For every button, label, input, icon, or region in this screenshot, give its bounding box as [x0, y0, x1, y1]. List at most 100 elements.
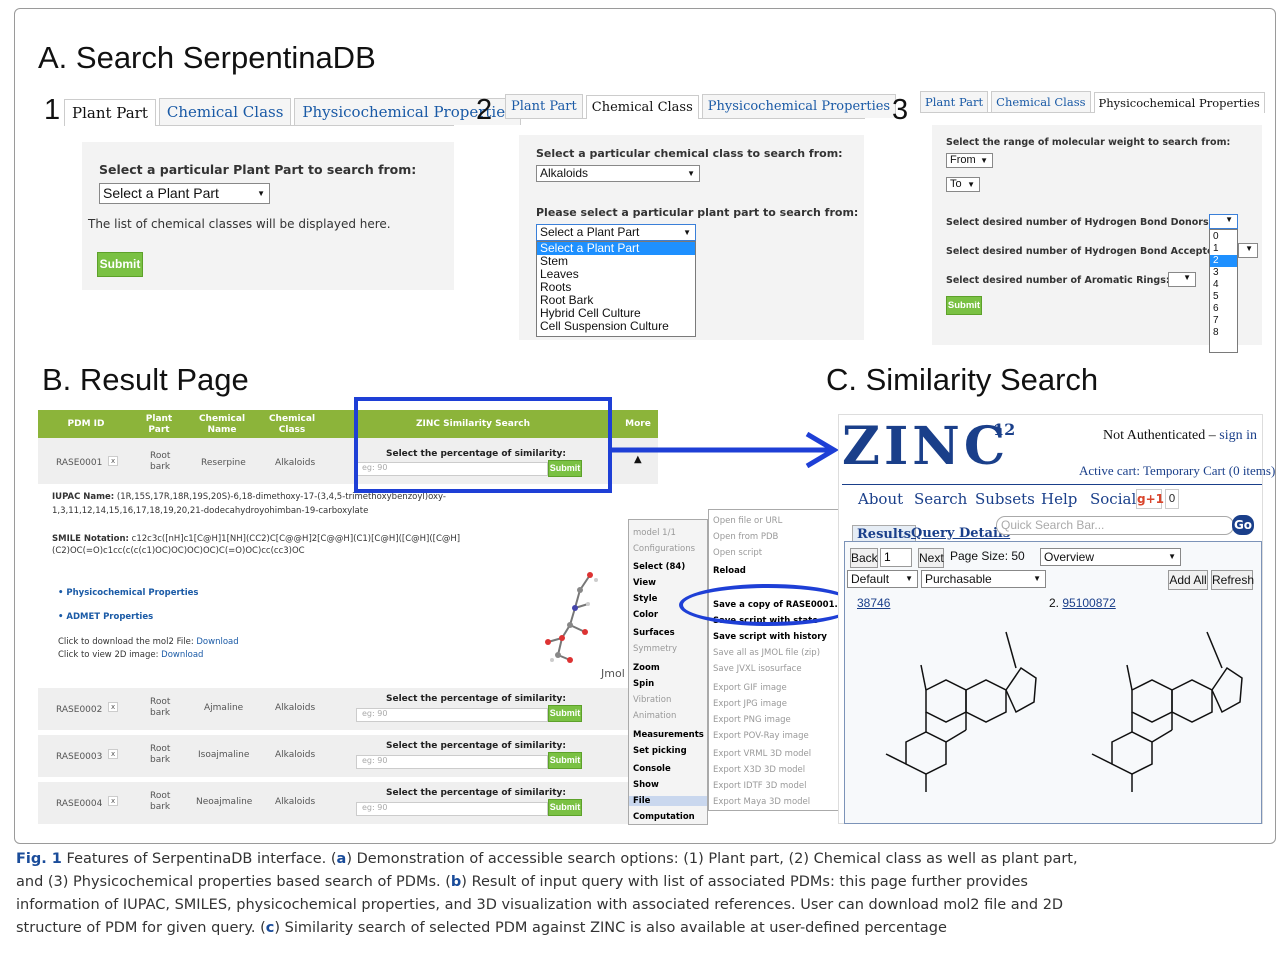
plant-part-select[interactable]: Select a Plant Part ▼ — [99, 183, 270, 204]
menu-item[interactable]: Spin — [633, 679, 654, 689]
panel3-submit-button[interactable]: Submit — [946, 296, 982, 315]
overview-select[interactable]: Overview ▼ — [1040, 548, 1181, 566]
chemical-class-select[interactable]: Alkaloids ▼ — [536, 165, 700, 182]
tab-chemical-class[interactable]: Chemical Class — [158, 98, 292, 125]
menu-item[interactable]: Export X3D 3D model — [713, 765, 805, 775]
result-2-link[interactable]: 95100872 — [1062, 596, 1115, 610]
donors-select[interactable]: ▼ — [1209, 214, 1238, 229]
nav-subsets[interactable]: Subsets — [975, 490, 1035, 508]
close-icon[interactable]: x — [108, 456, 119, 466]
mw-to-select[interactable]: To ▼ — [946, 177, 980, 192]
menu-item[interactable]: Reload — [713, 566, 746, 576]
menu-item[interactable]: Configurations — [633, 544, 695, 554]
menu-item[interactable]: Color — [633, 610, 658, 620]
option-7[interactable]: 7 — [1210, 315, 1237, 327]
nav-about[interactable]: About — [858, 490, 903, 508]
menu-item[interactable]: Export JPG image — [713, 699, 787, 709]
figure-caption: Fig. 1 Features of SerpentinaDB interfac… — [16, 848, 1266, 940]
menu-item[interactable]: View — [633, 578, 656, 588]
option-8[interactable]: 8 — [1210, 327, 1237, 339]
option-cell-suspension-culture[interactable]: Cell Suspension Culture — [537, 320, 695, 333]
menu-item[interactable]: Console — [633, 764, 671, 774]
active-cart[interactable]: Active cart: Temporary Cart (0 items) — [1079, 463, 1275, 479]
menu-item[interactable]: Set picking — [633, 746, 687, 756]
gplus-button[interactable]: g+1 — [1136, 489, 1164, 509]
menu-item[interactable]: Surfaces — [633, 628, 675, 638]
panel1-submit-button[interactable]: Submit — [97, 252, 143, 277]
menu-item[interactable]: Save JVXL isosurface — [713, 664, 802, 674]
mw-from-select[interactable]: From ▼ — [946, 153, 993, 168]
plant-part-select[interactable]: Select a Plant Part ▼ — [536, 224, 696, 241]
menu-item[interactable]: Select (84) — [633, 562, 685, 572]
purchasable-select[interactable]: Purchasable ▼ — [921, 570, 1046, 588]
similarity-input[interactable]: eg: 90 — [356, 802, 548, 816]
option-6[interactable]: 6 — [1210, 303, 1237, 315]
nav-help[interactable]: Help — [1041, 490, 1077, 508]
back-button[interactable]: Back — [850, 548, 878, 568]
structure-2d-image-1[interactable] — [866, 620, 1046, 805]
tab-plant-part[interactable]: Plant Part — [64, 99, 156, 126]
tab-physicochemical[interactable]: Physicochemical Properties — [1093, 92, 1265, 113]
structure-2d-image-2[interactable] — [1072, 620, 1252, 805]
similarity-input[interactable]: eg: 90 — [356, 708, 548, 722]
menu-item[interactable]: Open script — [713, 548, 762, 558]
acceptors-select[interactable]: ▼ — [1238, 243, 1258, 258]
menu-item[interactable]: Save script with history — [713, 632, 827, 642]
menu-item[interactable]: Open from PDB — [713, 532, 778, 542]
menu-item[interactable]: Export GIF image — [713, 683, 787, 693]
nav-search[interactable]: Search — [914, 490, 967, 508]
menu-item[interactable]: Symmetry — [633, 644, 677, 654]
sign-in-link[interactable]: sign in — [1219, 428, 1257, 443]
tab-physicochemical[interactable]: Physicochemical Properties — [701, 94, 897, 118]
tab-plant-part[interactable]: Plant Part — [505, 94, 583, 118]
close-icon[interactable]: x — [108, 796, 119, 806]
add-all-button[interactable]: Add All — [1168, 570, 1208, 590]
menu-item[interactable]: Export IDTF 3D model — [713, 781, 806, 791]
option-2[interactable]: 2 — [1210, 255, 1237, 267]
menu-item[interactable]: Animation — [633, 711, 676, 721]
close-icon[interactable]: x — [108, 749, 119, 759]
menu-item[interactable]: Vibration — [633, 695, 671, 705]
similarity-input[interactable]: eg: 90 — [356, 755, 548, 769]
molecule-3d-viewer[interactable] — [530, 560, 610, 670]
tab-chemical-class[interactable]: Chemical Class — [585, 95, 699, 119]
menu-item[interactable]: Open file or URL — [713, 516, 782, 526]
menu-item[interactable]: Export POV-Ray image — [713, 731, 809, 741]
option-0[interactable]: 0 — [1210, 230, 1237, 243]
tab-chemical-class[interactable]: Chemical Class — [991, 91, 1091, 112]
menu-item[interactable]: Show — [633, 780, 659, 790]
physchem-link[interactable]: • Physicochemical Properties — [58, 588, 198, 598]
nav-social[interactable]: Social — [1090, 490, 1136, 508]
default-select[interactable]: Default ▼ — [847, 570, 918, 588]
similarity-submit-button[interactable]: Submit — [548, 752, 582, 769]
admet-link[interactable]: • ADMET Properties — [58, 612, 153, 622]
option-1[interactable]: 1 — [1210, 243, 1237, 255]
menu-item[interactable]: model 1/1 — [633, 528, 676, 538]
page-number-input[interactable]: 1 — [880, 548, 912, 567]
quick-search-input[interactable]: Quick Search Bar... — [996, 516, 1234, 535]
option-3[interactable]: 3 — [1210, 267, 1237, 279]
menu-item[interactable]: Save all as JMOL file (zip) — [713, 648, 820, 658]
next-button[interactable]: Next — [918, 548, 944, 568]
image-download-link[interactable]: Download — [161, 650, 203, 660]
rings-select[interactable]: ▼ — [1168, 272, 1196, 287]
menu-item-file[interactable]: File — [629, 796, 707, 806]
menu-item[interactable]: Export Maya 3D model — [713, 797, 810, 807]
menu-item[interactable]: Export PNG image — [713, 715, 791, 725]
menu-item[interactable]: Export VRML 3D model — [713, 749, 811, 759]
result-1-link[interactable]: 38746 — [857, 596, 890, 610]
menu-item[interactable]: Style — [633, 594, 657, 604]
similarity-submit-button[interactable]: Submit — [548, 799, 582, 816]
menu-item[interactable]: Computation — [633, 812, 695, 822]
menu-item[interactable]: Measurements — [633, 730, 704, 740]
option-5[interactable]: 5 — [1210, 291, 1237, 303]
option-4[interactable]: 4 — [1210, 279, 1237, 291]
page-size[interactable]: Page Size: 50 — [950, 549, 1025, 563]
menu-item[interactable]: Zoom — [633, 663, 660, 673]
refresh-button[interactable]: Refresh — [1211, 570, 1254, 590]
mol2-download-link[interactable]: Download — [196, 637, 238, 647]
close-icon[interactable]: x — [108, 702, 119, 712]
tab-plant-part[interactable]: Plant Part — [920, 91, 989, 112]
go-button[interactable]: Go — [1232, 515, 1254, 535]
similarity-submit-button[interactable]: Submit — [548, 705, 582, 722]
